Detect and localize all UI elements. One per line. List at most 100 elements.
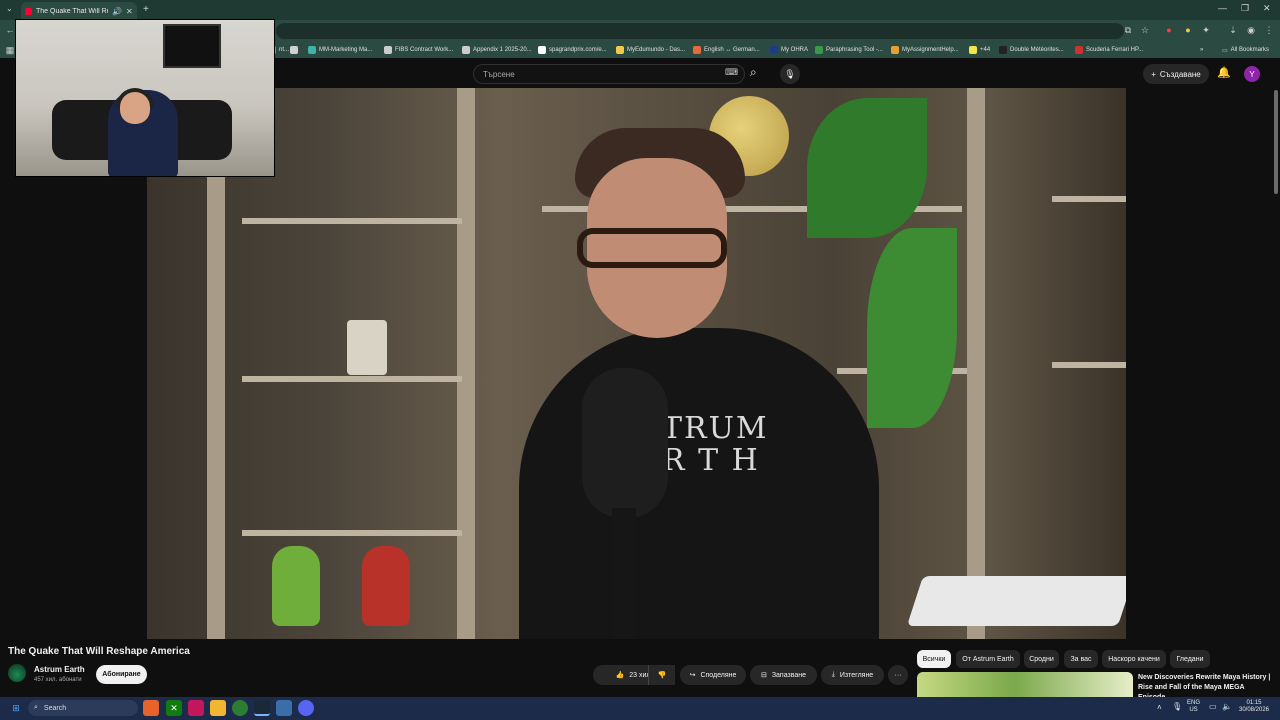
page-scrollbar[interactable] bbox=[1274, 90, 1278, 194]
taskbar-search[interactable]: ⌕ Search bbox=[28, 700, 138, 716]
candle-jar bbox=[347, 320, 387, 375]
chip-recently-uploaded[interactable]: Наскоро качени bbox=[1102, 650, 1166, 668]
tab-title: The Quake That Will Reshape America bbox=[36, 7, 108, 15]
extensions-puzzle-icon[interactable]: ✦ bbox=[1200, 24, 1212, 36]
notifications-bell-icon[interactable]: 🔔 bbox=[1217, 66, 1231, 79]
chip-watched[interactable]: Гледани bbox=[1170, 650, 1210, 668]
bookmark-item[interactable]: spagrandprix.com/e... bbox=[538, 44, 607, 56]
maximize-button[interactable]: ❐ bbox=[1241, 3, 1249, 14]
network-icon[interactable]: ▭ bbox=[1209, 703, 1217, 711]
chip-all[interactable]: Всички bbox=[917, 650, 951, 668]
bookmark-item[interactable]: My OHRA bbox=[770, 44, 808, 56]
media-app-icon[interactable] bbox=[188, 700, 204, 716]
windows-start-icon[interactable]: ⊞ bbox=[8, 700, 24, 716]
dislike-button[interactable]: 👎 bbox=[648, 665, 675, 685]
keyboard-icon[interactable]: ⌨ bbox=[725, 67, 738, 78]
thumbs-up-icon: 👍 bbox=[615, 672, 625, 679]
shirt-print-line1: TRUM bbox=[662, 411, 769, 446]
clock-time: 01:15 bbox=[1246, 700, 1262, 706]
bookmarks-overflow-icon[interactable]: » bbox=[1200, 44, 1203, 56]
app-icon[interactable] bbox=[276, 700, 292, 716]
microphone-stand bbox=[612, 508, 636, 639]
tab-close-icon[interactable]: ✕ bbox=[126, 7, 133, 16]
chip-related[interactable]: Сродни bbox=[1024, 650, 1059, 668]
create-button[interactable]: + Създаване bbox=[1143, 64, 1209, 84]
clock[interactable]: 01:15 30/08/2026 bbox=[1238, 700, 1270, 714]
download-label: Изтегляне bbox=[839, 671, 874, 679]
bookmark-item[interactable]: Double Météorites... bbox=[999, 44, 1064, 56]
bookmark-label: FIBS Contract Work... bbox=[395, 47, 454, 53]
extension-icon[interactable]: ● bbox=[1182, 24, 1194, 36]
firefox-icon[interactable] bbox=[143, 700, 159, 716]
window-close-button[interactable]: ✕ bbox=[1263, 3, 1271, 14]
chip-for-you[interactable]: За вас bbox=[1064, 650, 1098, 668]
shirt-print: TRUM R T H bbox=[662, 413, 769, 477]
tab-search-icon[interactable]: ⌄ bbox=[6, 4, 13, 13]
chip-from-channel[interactable]: От Astrum Earth bbox=[956, 650, 1020, 668]
bookmark-item[interactable]: MyAssignmentHelp... bbox=[891, 44, 959, 56]
volume-icon[interactable]: 🔈 bbox=[1222, 703, 1232, 711]
all-bookmarks-folder[interactable]: ▭ All Bookmarks bbox=[1222, 44, 1269, 56]
minimize-button[interactable]: — bbox=[1218, 3, 1227, 13]
audio-playing-icon[interactable]: 🔊 bbox=[112, 7, 122, 16]
presenter-glasses bbox=[577, 228, 727, 268]
shelf bbox=[1052, 196, 1126, 202]
shelf bbox=[242, 376, 462, 382]
bookmark-item[interactable]: Paraphrasing Tool -... bbox=[815, 44, 883, 56]
browser-tab-strip bbox=[0, 0, 1280, 20]
presenter-body bbox=[519, 328, 879, 639]
bookmark-item[interactable] bbox=[290, 44, 301, 56]
video-player[interactable]: TRUM R T H bbox=[147, 88, 1126, 639]
bookmark-favicon-icon bbox=[384, 46, 392, 54]
tray-overflow-icon[interactable]: ˄ bbox=[1157, 704, 1162, 712]
bookmark-item[interactable]: Appendix 1 2025-20... bbox=[462, 44, 532, 56]
bookmark-item[interactable]: Scuderia Ferrari HP... bbox=[1075, 44, 1143, 56]
keyboard bbox=[906, 576, 1126, 626]
bookmark-label: English ↔ German... bbox=[704, 47, 760, 53]
bookmark-item[interactable]: FIBS Contract Work... bbox=[384, 44, 453, 56]
bookmark-item[interactable]: MM-Marketing Ma... bbox=[308, 44, 372, 56]
download-button[interactable]: ⤓ Изтегляне bbox=[821, 665, 884, 685]
bookmark-favicon-icon bbox=[891, 46, 899, 54]
discord-icon[interactable] bbox=[298, 700, 314, 716]
folder-icon: ▭ bbox=[1222, 47, 1228, 54]
bookmark-star-icon[interactable]: ☆ bbox=[1139, 24, 1151, 36]
youtube-favicon-icon bbox=[25, 7, 32, 15]
subscribe-button[interactable]: Абониране bbox=[96, 665, 147, 684]
browser-tab-active[interactable]: The Quake That Will Reshape America 🔊 ✕ bbox=[21, 2, 137, 20]
plant bbox=[807, 98, 927, 238]
file-explorer-icon[interactable] bbox=[210, 700, 226, 716]
search-icon[interactable]: ⌕ bbox=[750, 65, 757, 80]
profile-icon[interactable]: ◉ bbox=[1245, 24, 1257, 36]
bookmark-label: My OHRA bbox=[781, 47, 808, 53]
download-icon: ⤓ bbox=[831, 671, 835, 678]
share-button[interactable]: ↪ Споделяне bbox=[680, 665, 746, 685]
new-tab-button[interactable]: + bbox=[143, 4, 149, 15]
bookmark-label: Appendix 1 2025-20... bbox=[473, 47, 532, 53]
user-avatar[interactable]: Y bbox=[1244, 66, 1260, 82]
save-button[interactable]: ⊟ Запазване bbox=[750, 665, 817, 685]
install-app-icon[interactable]: ⧉ bbox=[1122, 24, 1134, 36]
address-bar[interactable] bbox=[276, 23, 1124, 39]
chrome-icon[interactable] bbox=[232, 700, 248, 716]
channel-avatar[interactable] bbox=[8, 664, 26, 682]
language-indicator[interactable]: ENG US bbox=[1187, 700, 1200, 714]
search-input[interactable]: Търсене bbox=[473, 64, 745, 84]
microphone-tray-icon[interactable]: 🎙 bbox=[1172, 703, 1182, 711]
shelf bbox=[242, 530, 462, 536]
share-label: Споделяне bbox=[700, 671, 737, 679]
voice-search-icon[interactable]: 🎙 bbox=[780, 64, 800, 84]
webcam-overlay[interactable] bbox=[15, 19, 275, 177]
xbox-icon[interactable]: ✕ bbox=[166, 700, 182, 716]
steam-icon[interactable] bbox=[254, 700, 270, 716]
subscriber-count: 457 хил. абонати bbox=[34, 677, 82, 683]
bookmark-item[interactable]: MyEdumundo - Das... bbox=[616, 44, 685, 56]
bookmark-item[interactable]: +44 bbox=[969, 44, 990, 56]
more-actions-button[interactable]: ··· bbox=[888, 665, 908, 685]
browser-menu-icon[interactable]: ⋮ bbox=[1263, 24, 1275, 36]
figurine bbox=[272, 546, 320, 626]
adblock-extension-icon[interactable]: ● bbox=[1163, 24, 1175, 36]
downloads-icon[interactable]: ⇣ bbox=[1227, 24, 1239, 36]
channel-name[interactable]: Astrum Earth bbox=[34, 665, 85, 674]
bookmark-item[interactable]: English ↔ German... bbox=[693, 44, 760, 56]
